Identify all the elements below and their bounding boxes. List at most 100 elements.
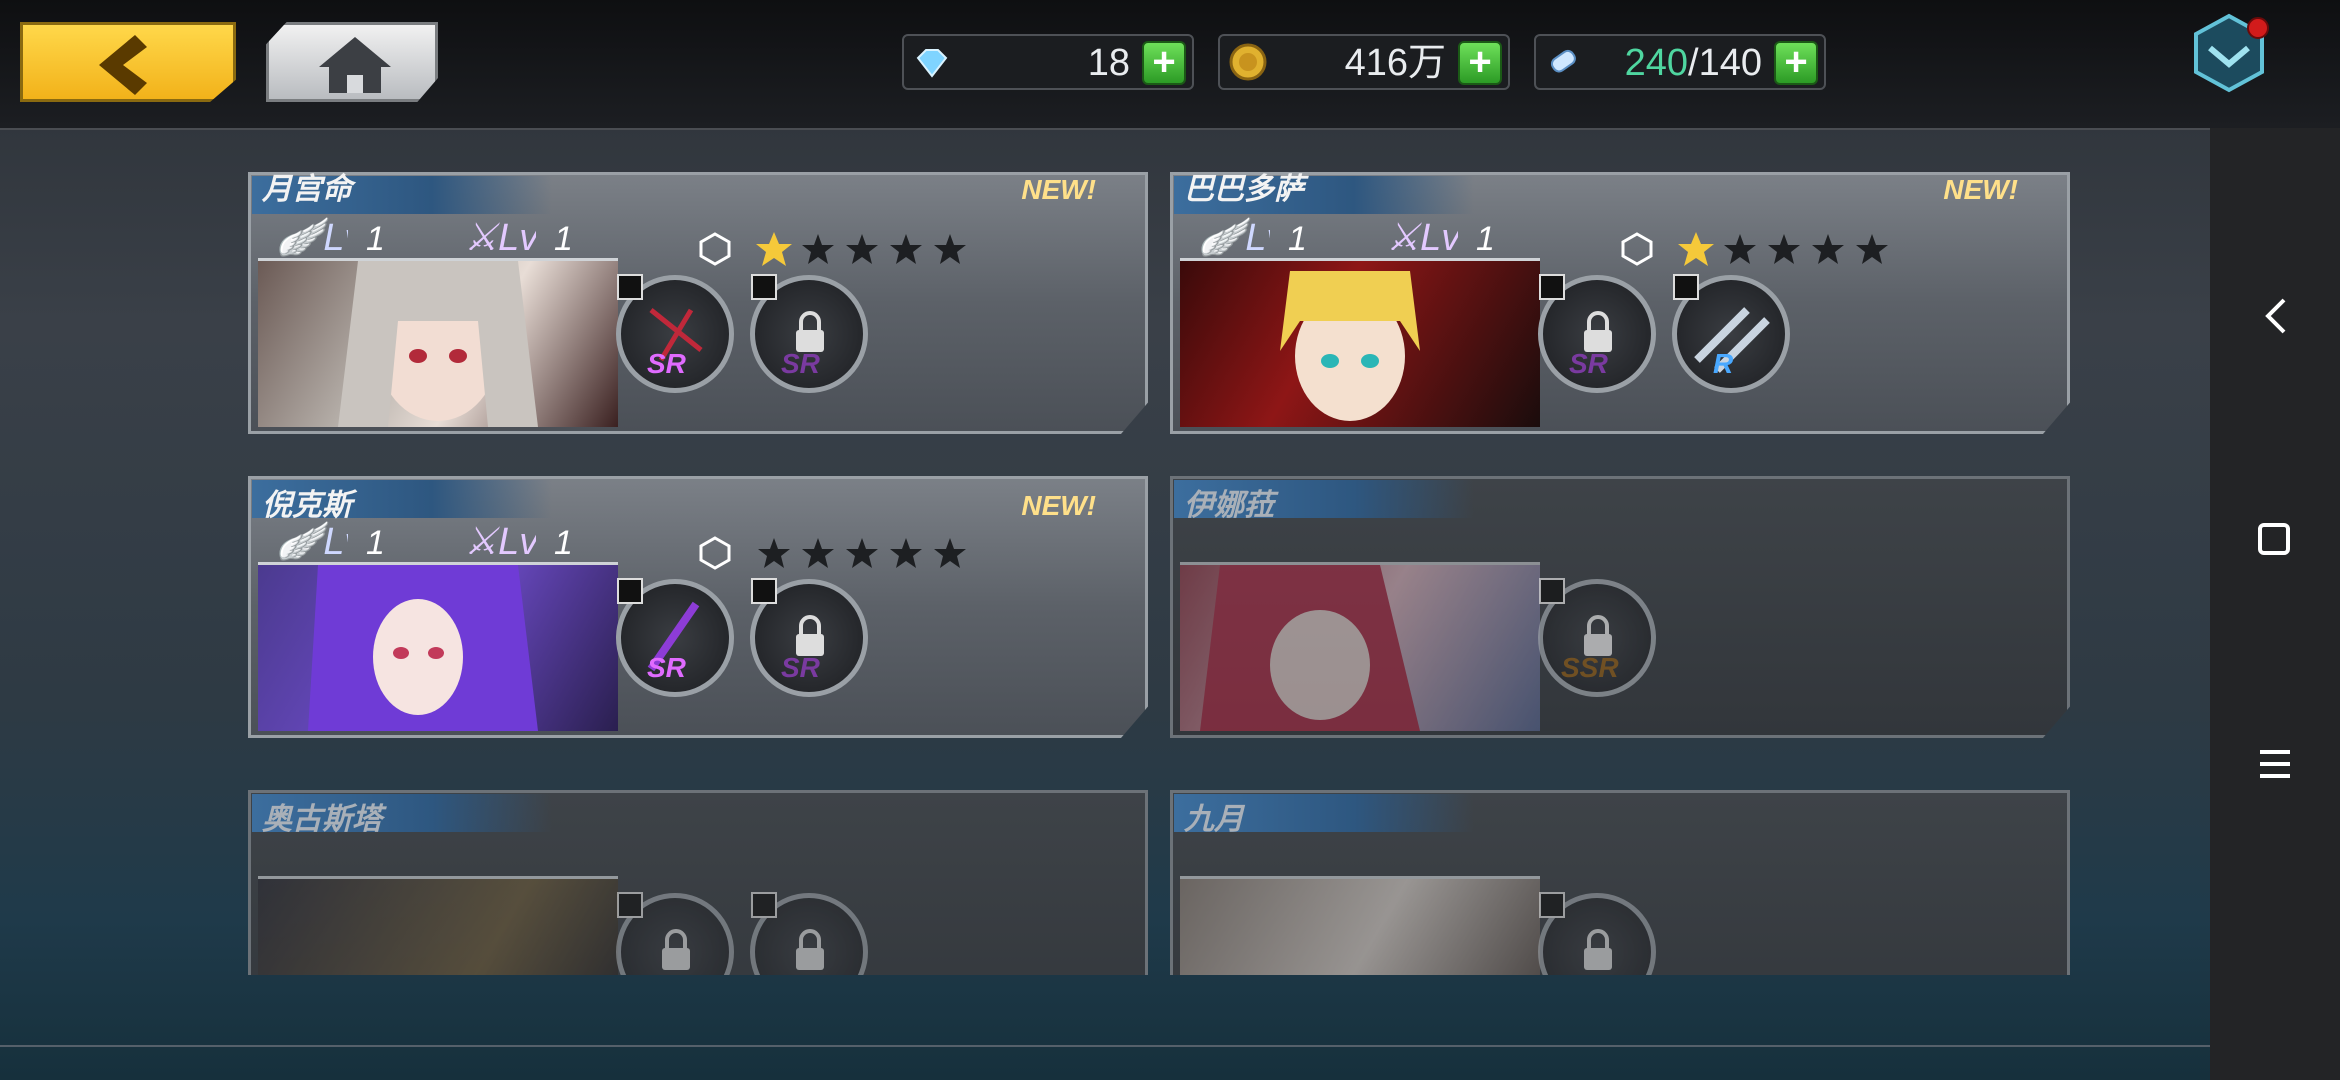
character-card[interactable]: 月宫命 NEW! 🪽Lv. 1 ⚔Lv. 1 xyxy=(248,172,1148,434)
weapon-slot[interactable]: SR xyxy=(616,274,734,393)
chevron-left-icon xyxy=(99,35,147,95)
character-name: 伊娜菈 xyxy=(1184,489,1274,522)
edit-icon xyxy=(1539,274,1565,300)
hexagon-icon xyxy=(699,536,731,570)
weapon-level-icon: ⚔Lv. xyxy=(1386,217,1458,259)
character-portrait xyxy=(258,876,618,975)
character-list: 月宫命 NEW! 🪽Lv. 1 ⚔Lv. 1 xyxy=(0,130,2210,975)
portrait-image xyxy=(308,565,538,731)
rarity-label: SSR xyxy=(1561,652,1619,683)
system-nav-bar xyxy=(2210,128,2340,1080)
stamina-max: /140 xyxy=(1688,42,1762,84)
home-icon xyxy=(319,37,391,93)
rarity-label: SR xyxy=(647,348,686,379)
character-name: 巴巴多萨 xyxy=(1184,173,1304,206)
edit-icon xyxy=(617,578,643,604)
portrait-image xyxy=(1280,271,1420,421)
level-wing-icon: 🪽Lv. xyxy=(275,216,348,259)
edit-icon xyxy=(617,892,643,918)
rank-badge-icon[interactable] xyxy=(2186,10,2272,96)
level-wing-icon: 🪽Lv. xyxy=(1197,216,1270,259)
character-card-locked[interactable]: 奥古斯塔 xyxy=(248,790,1148,975)
edit-icon xyxy=(751,892,777,918)
hexagon-icon xyxy=(699,232,731,266)
portrait-image xyxy=(338,261,538,427)
gold-count: 416万 xyxy=(1344,42,1446,84)
edit-icon xyxy=(1673,274,1699,300)
character-name: 月宫命 xyxy=(262,173,352,206)
rarity-label: SR xyxy=(1569,348,1608,379)
new-badge: NEW! xyxy=(1943,174,2018,205)
character-name: 九月 xyxy=(1184,803,1244,836)
svg-text:🪽Lv.: 🪽Lv. xyxy=(1197,216,1270,259)
star-rating xyxy=(758,538,966,568)
gold-resource: 416万 + xyxy=(1218,34,1510,90)
new-badge: NEW! xyxy=(1021,490,1096,521)
weapon-slot[interactable]: SR xyxy=(616,578,734,697)
svg-text:⚔Lv.: ⚔Lv. xyxy=(464,521,536,563)
diamond-count: 18 xyxy=(1087,42,1130,84)
character-card-locked[interactable]: 九月 xyxy=(1170,790,2070,975)
svg-text:⚔Lv.: ⚔Lv. xyxy=(1386,217,1458,259)
weapon-slot-locked[interactable]: SR xyxy=(1538,274,1656,393)
diamond-resource: 18 + xyxy=(902,34,1194,90)
lock-icon xyxy=(662,929,690,970)
stamina-current: 240 xyxy=(1624,42,1689,84)
nav-menu-button[interactable] xyxy=(2210,724,2340,804)
square-icon xyxy=(2258,523,2290,555)
nav-home-button[interactable] xyxy=(2210,500,2340,580)
hexagon-icon xyxy=(1621,232,1653,266)
edit-icon xyxy=(751,578,777,604)
edit-icon xyxy=(1539,892,1565,918)
weapon-level-icon: ⚔Lv. xyxy=(464,217,536,259)
weapon-level-icon: ⚔Lv. xyxy=(464,521,536,563)
star-filled xyxy=(1678,232,1714,266)
add-stamina-button[interactable]: + xyxy=(1774,41,1818,85)
edit-icon xyxy=(1539,578,1565,604)
menu-icon xyxy=(2260,750,2290,778)
weapon-slot-locked[interactable]: SR xyxy=(750,274,868,393)
add-diamond-button[interactable]: + xyxy=(1142,41,1186,85)
top-bar: 18 + 416万 + 240/140 + xyxy=(0,0,2340,130)
weapon-slot-locked[interactable]: SR xyxy=(750,578,868,697)
rarity-label: SR xyxy=(647,652,686,683)
star-filled xyxy=(756,232,792,266)
rarity-label: SR xyxy=(781,652,820,683)
lock-icon xyxy=(796,929,824,970)
rarity-label: SR xyxy=(781,348,820,379)
bottom-divider xyxy=(0,1045,2210,1047)
weapon-slot-locked[interactable]: SSR xyxy=(1538,578,1656,697)
back-button[interactable] xyxy=(20,22,236,102)
edit-icon xyxy=(617,274,643,300)
star-rating xyxy=(1678,232,1888,266)
character-portrait xyxy=(1180,876,1540,975)
gold-coin-icon xyxy=(1229,43,1267,81)
stamina-count: 240/140 xyxy=(1625,42,1762,84)
character-portrait xyxy=(258,562,618,731)
character-portrait xyxy=(258,258,618,427)
character-portrait xyxy=(1180,258,1540,427)
character-card[interactable]: 倪克斯 NEW! 🪽Lv. 1 ⚔Lv. 1 xyxy=(248,476,1148,738)
add-gold-button[interactable]: + xyxy=(1458,41,1502,85)
weapon-slot[interactable]: R xyxy=(1672,274,1790,393)
lock-icon xyxy=(1584,929,1612,970)
character-card-locked[interactable]: 伊娜菈 SSR xyxy=(1170,476,2070,738)
portrait-image xyxy=(1200,565,1420,731)
character-name: 奥古斯塔 xyxy=(262,803,382,836)
stamina-resource: 240/140 + xyxy=(1534,34,1826,90)
character-portrait xyxy=(1180,562,1540,731)
new-badge: NEW! xyxy=(1021,174,1096,205)
level-wing-icon: 🪽Lv. xyxy=(275,520,348,563)
home-button[interactable] xyxy=(266,22,438,102)
rarity-label: R xyxy=(1713,348,1734,379)
svg-text:🪽Lv.: 🪽Lv. xyxy=(275,216,348,259)
diamond-icon xyxy=(916,49,948,78)
nav-back-button[interactable] xyxy=(2210,276,2340,356)
chevron-left-icon xyxy=(2265,298,2286,334)
star-rating xyxy=(756,232,966,266)
svg-text:⚔Lv.: ⚔Lv. xyxy=(464,217,536,259)
edit-icon xyxy=(751,274,777,300)
svg-text:🪽Lv.: 🪽Lv. xyxy=(275,520,348,563)
stamina-potion-icon xyxy=(1550,49,1576,73)
character-card[interactable]: 巴巴多萨 NEW! 🪽Lv. 1 ⚔Lv. 1 xyxy=(1170,172,2070,434)
